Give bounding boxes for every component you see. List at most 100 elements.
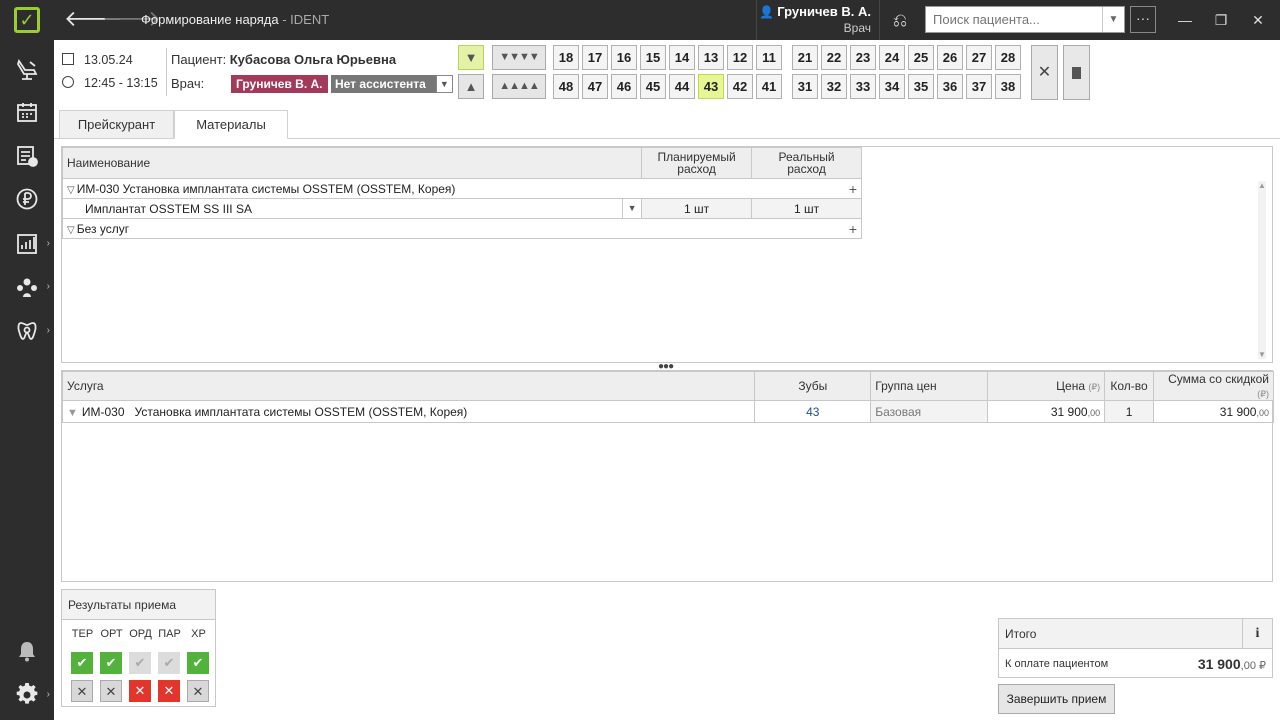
col-qty-header[interactable]: Кол-во — [1104, 371, 1155, 401]
close-icon[interactable]: ✕ — [187, 680, 209, 702]
assistant-select[interactable]: Нет ассистента ▼ — [331, 75, 453, 93]
scroll-up-icon[interactable]: ▲ — [1258, 181, 1266, 190]
tooth-11[interactable]: 11 — [756, 45, 782, 70]
group-row[interactable]: ▽ Без услуг + — [62, 218, 862, 239]
patient-search[interactable]: ▼ — [925, 6, 1125, 33]
restore-icon[interactable]: ❐ — [1211, 10, 1231, 30]
schedule-icon[interactable] — [0, 91, 54, 133]
tooth-43[interactable]: 43 — [698, 74, 724, 99]
add-material-icon[interactable]: + — [849, 222, 857, 236]
checked-list-icon[interactable] — [0, 135, 54, 177]
tooth-22[interactable]: 22 — [821, 45, 847, 70]
check-icon[interactable]: ✔ — [71, 652, 93, 674]
tooth-16[interactable]: 16 — [611, 45, 637, 70]
close-icon[interactable]: ✕ — [71, 680, 93, 702]
material-row[interactable]: Имплантат OSSTEM SS III SA ▼ 1 шт 1 шт — [61, 198, 862, 219]
col-real-header[interactable]: Реальный расход — [751, 147, 862, 179]
upper-jaw-tooth-icon[interactable]: ▼ — [458, 45, 484, 70]
tooth-24[interactable]: 24 — [879, 45, 905, 70]
check-icon[interactable]: ✔ — [158, 652, 180, 674]
group-row[interactable]: ▽ ИМ-030 Установка имплантата системы OSS… — [62, 178, 862, 199]
dental-chair-icon[interactable] — [0, 49, 54, 91]
tooth-14[interactable]: 14 — [669, 45, 695, 70]
more-options-button[interactable]: ··· — [1130, 6, 1156, 33]
qty-cell[interactable]: 1 — [1104, 400, 1155, 423]
tooth-37[interactable]: 37 — [966, 74, 992, 99]
tooth-46[interactable]: 46 — [611, 74, 637, 99]
check-icon[interactable]: ✔ — [129, 652, 151, 674]
tooth-17[interactable]: 17 — [582, 45, 608, 70]
col-service-header[interactable]: Услуга — [61, 371, 756, 401]
col-sum-header[interactable]: Сумма со скидкой (₽) — [1153, 371, 1274, 401]
tooth-31[interactable]: 31 — [792, 74, 818, 99]
add-material-icon[interactable]: + — [849, 182, 857, 196]
tooth-45[interactable]: 45 — [640, 74, 666, 99]
tooth-settings-icon[interactable]: › — [0, 310, 54, 352]
check-icon[interactable]: ✔ — [187, 652, 209, 674]
tooth-34[interactable]: 34 — [879, 74, 905, 99]
patient-search-input[interactable] — [926, 7, 1096, 32]
chevron-down-icon[interactable]: ▼ — [1102, 7, 1124, 32]
col-name-header[interactable]: Наименование — [61, 147, 643, 179]
pricegroup-cell[interactable]: Базовая — [870, 400, 989, 423]
tooth-25[interactable]: 25 — [908, 45, 934, 70]
patient-name[interactable]: Кубасова Ольга Юрьевна — [230, 52, 396, 67]
finish-visit-button[interactable]: Завершить прием — [998, 684, 1115, 714]
tooth-23[interactable]: 23 — [850, 45, 876, 70]
real-value[interactable]: 1 шт — [751, 198, 862, 219]
col-price-header[interactable]: Цена (₽) — [987, 371, 1106, 401]
chevron-down-icon[interactable]: ▼ — [435, 75, 453, 93]
bookmark-button[interactable] — [1063, 45, 1090, 100]
tooth-44[interactable]: 44 — [669, 74, 695, 99]
tooth-41[interactable]: 41 — [756, 74, 782, 99]
price-cell[interactable]: 31 900,00 — [987, 400, 1106, 423]
col-planned-header[interactable]: Планируемый расход — [641, 147, 753, 179]
tab-materials[interactable]: Материалы — [174, 110, 288, 139]
tooth-32[interactable]: 32 — [821, 74, 847, 99]
lower-teeth-group-icon[interactable]: ▲▲▲▲ — [492, 74, 546, 99]
collapse-triangle-icon[interactable]: ▽ — [67, 185, 75, 196]
tooth-42[interactable]: 42 — [727, 74, 753, 99]
info-icon[interactable]: i — [1242, 619, 1272, 648]
lower-jaw-tooth-icon[interactable]: ▲ — [458, 74, 484, 99]
app-logo[interactable]: ✓ — [0, 0, 54, 40]
doctor-chip[interactable]: Груничев В. А. — [231, 75, 328, 93]
staff-icon[interactable]: › — [0, 266, 54, 308]
tooth-26[interactable]: 26 — [937, 45, 963, 70]
bell-icon[interactable] — [0, 630, 54, 672]
clear-teeth-button[interactable]: ✕ — [1031, 45, 1058, 100]
gear-icon[interactable]: › — [0, 674, 54, 716]
teeth-cell[interactable]: 43 — [754, 400, 872, 423]
close-icon[interactable]: ✕ — [129, 680, 151, 702]
reports-chart-icon[interactable]: › — [0, 223, 54, 265]
planned-value[interactable]: 1 шт — [641, 198, 753, 219]
close-icon[interactable]: ✕ — [1248, 10, 1268, 30]
tab-pricelist[interactable]: Прейскурант — [59, 110, 174, 139]
tooth-35[interactable]: 35 — [908, 74, 934, 99]
col-teeth-header[interactable]: Зубы — [754, 371, 872, 401]
close-icon[interactable]: ✕ — [100, 680, 122, 702]
tooth-15[interactable]: 15 — [640, 45, 666, 70]
tooth-13[interactable]: 13 — [698, 45, 724, 70]
tooth-38[interactable]: 38 — [995, 74, 1021, 99]
tooth-47[interactable]: 47 — [582, 74, 608, 99]
collapse-triangle-icon[interactable]: ▽ — [67, 225, 75, 236]
tooth-28[interactable]: 28 — [995, 45, 1021, 70]
tooth-18[interactable]: 18 — [553, 45, 579, 70]
history-icon[interactable]: ⎌ — [887, 7, 913, 33]
tooth-48[interactable]: 48 — [553, 74, 579, 99]
tooth-36[interactable]: 36 — [937, 74, 963, 99]
tooth-27[interactable]: 27 — [966, 45, 992, 70]
ruble-icon[interactable] — [0, 178, 54, 220]
scroll-down-icon[interactable]: ▼ — [1258, 350, 1266, 359]
close-icon[interactable]: ✕ — [158, 680, 180, 702]
chevron-down-icon[interactable]: ▼ — [622, 199, 641, 218]
tooth-12[interactable]: 12 — [727, 45, 753, 70]
material-select[interactable]: Имплантат OSSTEM SS III SA ▼ — [61, 198, 643, 219]
upper-teeth-group-icon[interactable]: ▼▼▼▼ — [492, 45, 546, 70]
minimize-icon[interactable]: — — [1175, 10, 1195, 30]
materials-scrollbar[interactable]: ▲ ▼ — [1258, 181, 1266, 359]
table-row[interactable]: ▼ ИМ-030 Установка имплантата системы OSS… — [61, 400, 1274, 423]
tooth-33[interactable]: 33 — [850, 74, 876, 99]
current-user[interactable]: 👤 Груничев В. А. Врач — [756, 0, 880, 40]
